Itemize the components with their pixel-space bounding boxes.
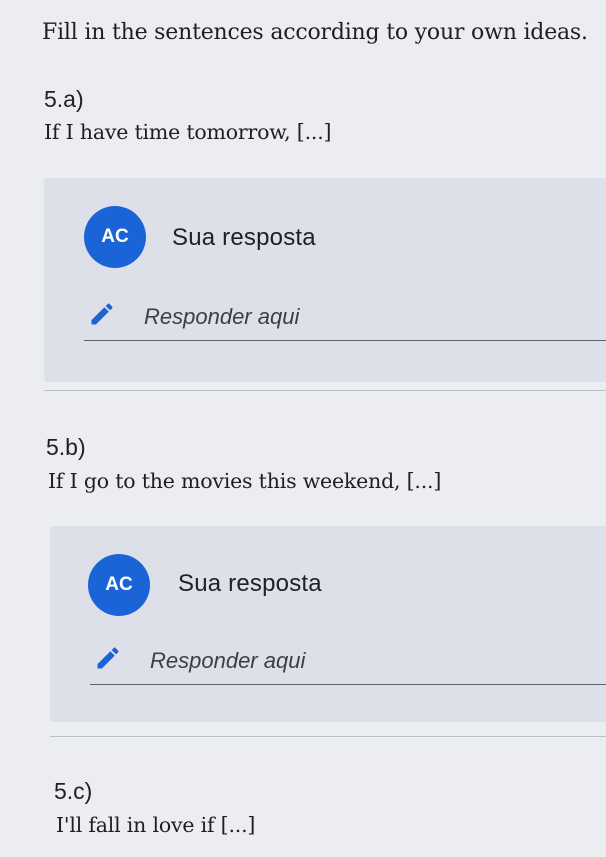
response-label: Sua resposta xyxy=(178,570,322,597)
user-avatar: AC xyxy=(84,206,146,268)
answer-card-5b: AC Sua resposta Responder aqui xyxy=(50,526,606,722)
question-number-5c: 5.c) xyxy=(54,778,93,804)
answer-placeholder: Responder aqui xyxy=(150,648,306,673)
section-divider xyxy=(50,736,606,737)
question-number-5b: 5.b) xyxy=(46,434,86,460)
instructions-text: Fill in the sentences according to your … xyxy=(42,20,588,45)
user-avatar: AC xyxy=(88,554,150,616)
question-prompt-5c: I'll fall in love if [...] xyxy=(56,813,256,837)
answer-placeholder: Responder aqui xyxy=(144,304,300,329)
question-number-5a: 5.a) xyxy=(44,86,84,112)
section-divider xyxy=(44,390,606,391)
question-prompt-5b: If I go to the movies this weekend, [...… xyxy=(48,469,442,493)
answer-card-5a: AC Sua resposta Responder aqui xyxy=(44,178,606,382)
response-label: Sua resposta xyxy=(172,224,316,251)
question-prompt-5a: If I have time tomorrow, [...] xyxy=(44,120,332,144)
